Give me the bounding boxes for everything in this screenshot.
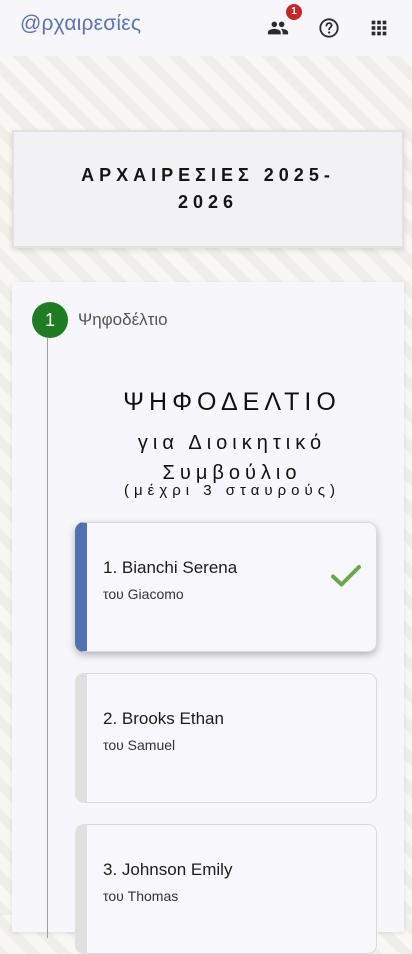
candidate-father-name: του Giacomo bbox=[103, 586, 184, 602]
ballot-title: ΨΗΦΟΔΕΛΤΙΟ bbox=[123, 388, 341, 416]
ballot-subtitle-line1: για Διοικητικό bbox=[137, 432, 327, 454]
notification-badge: 1 bbox=[286, 4, 302, 20]
candidate-card[interactable]: 1. Bianchi Serena του Giacomo bbox=[75, 522, 377, 652]
ballot-subtitle: για Διοικητικό Συμβούλιο bbox=[72, 428, 392, 488]
election-title-card: ΑΡΧΑΙΡΕΣΙΕΣ 2025-2026 bbox=[12, 130, 404, 248]
candidate-card[interactable]: 3. Johnson Emily του Thomas bbox=[75, 824, 377, 954]
app-bar: @ρχαιρεσίες 1 bbox=[0, 0, 412, 56]
check-icon bbox=[330, 563, 362, 589]
candidate-name: 3. Johnson Emily bbox=[103, 860, 233, 879]
candidate-father-name: του Samuel bbox=[103, 737, 176, 753]
step-connector-line bbox=[47, 338, 48, 938]
help-icon[interactable] bbox=[318, 17, 340, 39]
app-brand[interactable]: @ρχαιρεσίες bbox=[20, 12, 141, 36]
election-title: ΑΡΧΑΙΡΕΣΙΕΣ 2025-2026 bbox=[81, 165, 335, 212]
candidate-father-name: του Thomas bbox=[103, 888, 179, 904]
step-number[interactable]: 1 bbox=[32, 302, 68, 338]
people-icon[interactable] bbox=[267, 17, 289, 39]
ballot-cross-limit-note: (μέχρι 3 σταυρούς) bbox=[124, 482, 340, 499]
step-label[interactable]: Ψηφοδέλτιο bbox=[78, 310, 168, 330]
apps-grid-icon[interactable] bbox=[368, 17, 390, 39]
ballot-stepper: 1 Ψηφοδέλτιο ΨΗΦΟΔΕΛΤΙΟ για Διοικητικό Σ… bbox=[12, 282, 404, 954]
candidate-name: 2. Brooks Ethan bbox=[103, 709, 224, 728]
candidate-card[interactable]: 2. Brooks Ethan του Samuel bbox=[75, 673, 377, 803]
candidate-name: 1. Bianchi Serena bbox=[103, 558, 238, 577]
